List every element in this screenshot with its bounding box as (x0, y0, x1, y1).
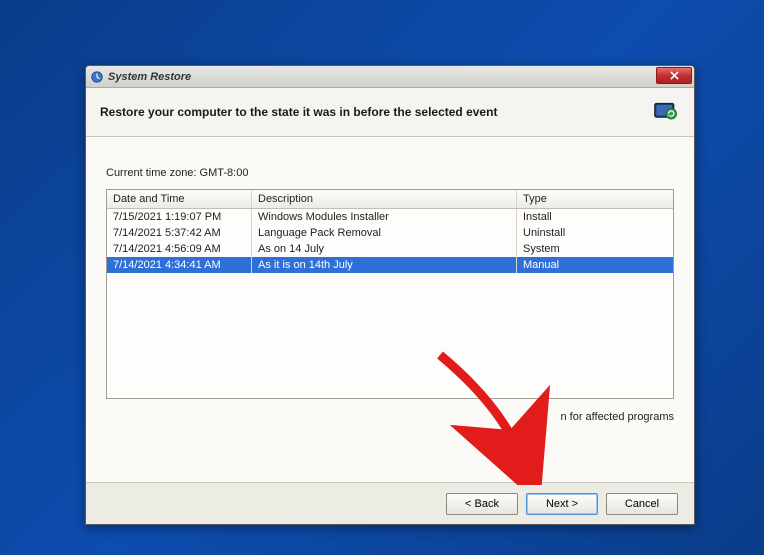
system-restore-window: System Restore Restore your computer to … (85, 65, 695, 525)
back-button[interactable]: < Back (446, 493, 518, 515)
cell-type: System (517, 241, 673, 257)
system-restore-icon (90, 70, 104, 84)
monitor-restore-icon (652, 98, 680, 126)
restore-point-row[interactable]: 7/14/2021 5:37:42 AMLanguage Pack Remova… (107, 225, 673, 241)
cell-datetime: 7/14/2021 5:37:42 AM (107, 225, 252, 241)
cell-description: As on 14 July (252, 241, 517, 257)
restore-point-row[interactable]: 7/14/2021 4:34:41 AMAs it is on 14th Jul… (107, 257, 673, 273)
column-header-datetime[interactable]: Date and Time (107, 190, 252, 208)
window-title: System Restore (108, 71, 191, 83)
wizard-footer: < Back Next > Cancel (86, 482, 694, 524)
timezone-label: Current time zone: GMT-8:00 (106, 167, 674, 179)
cell-type: Install (517, 209, 673, 225)
column-header-type[interactable]: Type (517, 190, 673, 208)
wizard-content: Current time zone: GMT-8:00 Date and Tim… (86, 137, 694, 497)
wizard-heading: Restore your computer to the state it wa… (100, 105, 497, 119)
titlebar: System Restore (86, 66, 694, 88)
cell-type: Uninstall (517, 225, 673, 241)
next-button[interactable]: Next > (526, 493, 598, 515)
restore-point-list: Date and Time Description Type 7/15/2021… (106, 189, 674, 399)
list-header: Date and Time Description Type (107, 190, 673, 209)
cell-type: Manual (517, 257, 673, 273)
cell-datetime: 7/14/2021 4:56:09 AM (107, 241, 252, 257)
cell-description: Language Pack Removal (252, 225, 517, 241)
cell-datetime: 7/14/2021 4:34:41 AM (107, 257, 252, 273)
scan-affected-programs-link[interactable]: n for affected programs (106, 411, 674, 423)
cancel-button[interactable]: Cancel (606, 493, 678, 515)
restore-point-row[interactable]: 7/15/2021 1:19:07 PMWindows Modules Inst… (107, 209, 673, 225)
column-header-description[interactable]: Description (252, 190, 517, 208)
cell-datetime: 7/15/2021 1:19:07 PM (107, 209, 252, 225)
restore-point-row[interactable]: 7/14/2021 4:56:09 AMAs on 14 JulySystem (107, 241, 673, 257)
wizard-header: Restore your computer to the state it wa… (86, 88, 694, 137)
close-button[interactable] (656, 67, 692, 84)
cell-description: Windows Modules Installer (252, 209, 517, 225)
cell-description: As it is on 14th July (252, 257, 517, 273)
